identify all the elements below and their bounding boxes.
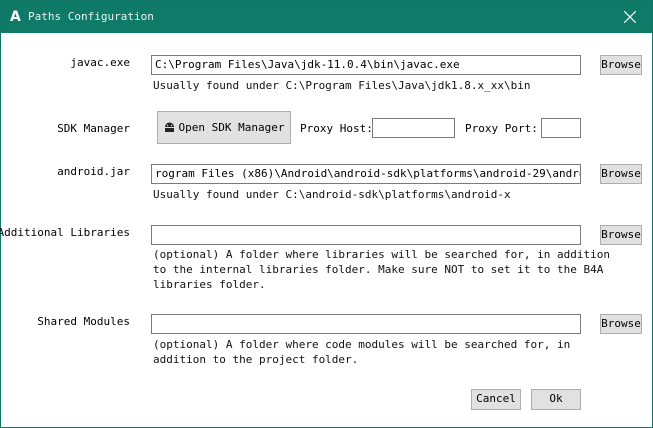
open-sdk-manager-label: Open SDK Manager [178,121,285,134]
android-jar-browse-button[interactable]: Browse [600,164,642,184]
javac-browse-button[interactable]: Browse [600,55,642,75]
ok-button[interactable]: Ok [531,389,581,410]
app-logo-icon: A [10,9,21,25]
proxy-port-label: Proxy Port: [465,122,538,135]
additional-libraries-hint: (optional) A folder where libraries will… [153,248,610,291]
android-jar-hint: Usually found under C:\android-sdk\platf… [153,188,511,201]
shared-modules-hint: (optional) A folder where code modules w… [153,338,571,366]
shared-modules-input[interactable] [151,314,581,334]
javac-path-input[interactable]: C:\Program Files\Java\jdk-11.0.4\bin\jav… [151,55,581,75]
android-jar-label: android.jar [57,165,130,178]
paths-configuration-window: A Paths Configuration javac.exe C:\Progr… [0,0,653,428]
open-sdk-manager-button[interactable]: Open SDK Manager [157,111,291,144]
window-title: Paths Configuration [28,10,154,23]
close-button[interactable] [608,1,652,33]
proxy-port-input[interactable] [541,118,581,138]
android-icon [164,113,175,144]
android-jar-path-input[interactable]: rogram Files (x86)\Android\android-sdk\p… [151,164,581,184]
sdk-manager-label: SDK Manager [57,122,130,135]
proxy-host-input[interactable] [372,118,455,138]
proxy-host-label: Proxy Host: [300,122,373,135]
additional-libraries-input[interactable] [151,225,581,245]
title-bar[interactable]: A Paths Configuration [1,1,652,33]
additional-libraries-label: Additional Libraries [0,226,130,239]
shared-modules-browse-button[interactable]: Browse [600,314,642,334]
additional-libraries-browse-button[interactable]: Browse [600,225,642,245]
javac-label: javac.exe [70,56,130,69]
shared-modules-label: Shared Modules [37,315,130,328]
cancel-button[interactable]: Cancel [471,389,521,410]
javac-hint: Usually found under C:\Program Files\Jav… [153,79,531,92]
close-icon [624,11,636,23]
